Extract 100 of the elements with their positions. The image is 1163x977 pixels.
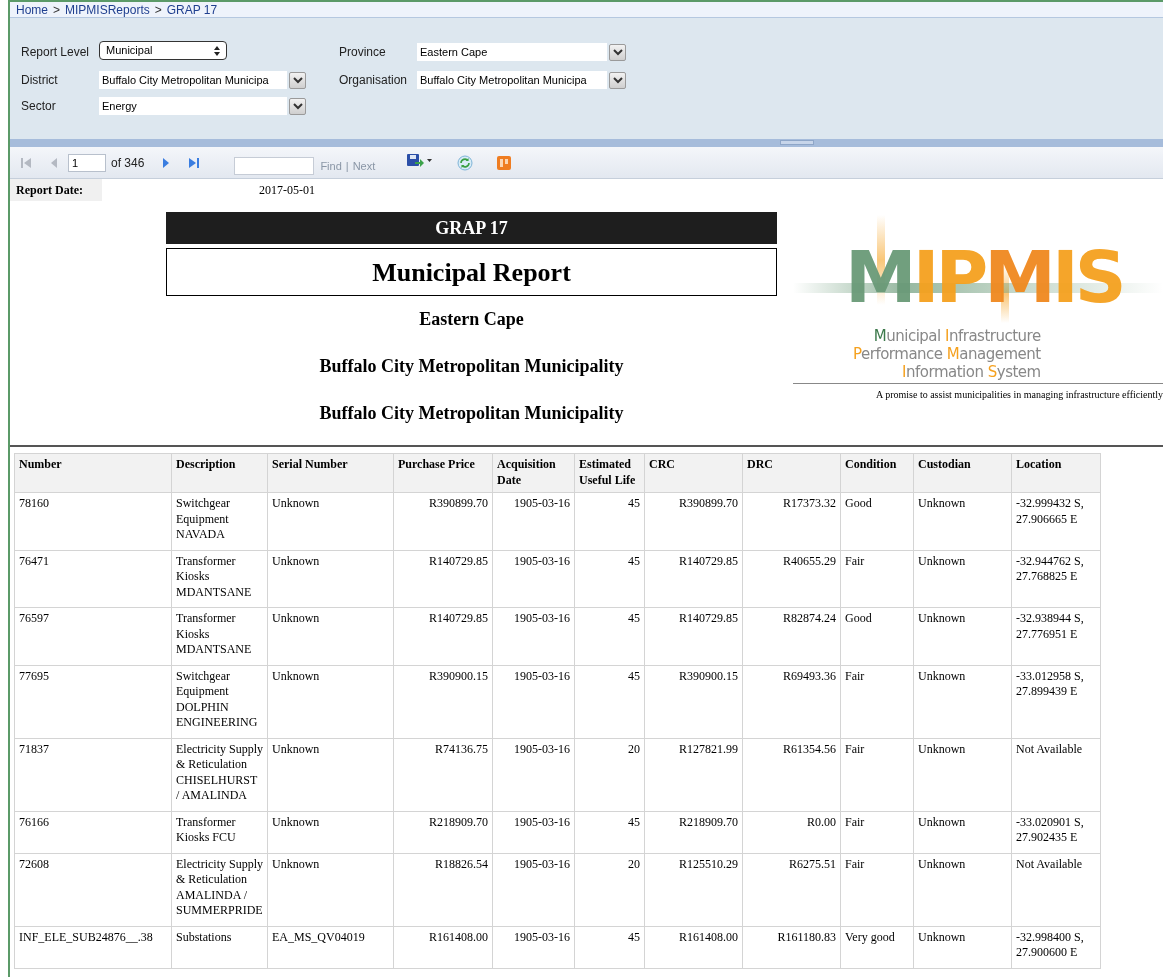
table-cell: R161408.00 (393, 926, 493, 968)
report-level-select[interactable]: Municipal (99, 41, 227, 60)
column-header: Serial Number (267, 453, 394, 493)
collapse-handle[interactable] (780, 140, 814, 145)
table-cell: Unknown (913, 926, 1012, 968)
table-cell: Unknown (267, 607, 394, 665)
table-cell: 1905-03-16 (492, 738, 575, 811)
field-label: District (21, 72, 59, 89)
dropdown-field[interactable]: Buffalo City Metropolitan Municipa (417, 71, 607, 89)
table-cell: 1905-03-16 (492, 853, 575, 926)
table-cell: Unknown (267, 492, 394, 550)
table-cell: 45 (574, 926, 645, 968)
table-cell: R161408.00 (644, 926, 743, 968)
table-cell: Good (840, 492, 914, 550)
table-cell: Unknown (267, 811, 394, 853)
table-cell: Unknown (913, 665, 1012, 738)
table-cell: Fair (840, 853, 914, 926)
table-cell: Fair (840, 738, 914, 811)
dropdown-button[interactable] (289, 71, 306, 89)
dropdown-button[interactable] (289, 97, 306, 115)
table-cell: R218909.70 (644, 811, 743, 853)
dropdown-field[interactable]: Energy (99, 97, 287, 115)
next-page-icon[interactable] (162, 156, 171, 169)
page-number-field[interactable]: 1 (68, 153, 106, 172)
table-cell: R69493.36 (742, 665, 841, 738)
table-cell: EA_MS_QV04019 (267, 926, 394, 968)
table-cell: R140729.85 (393, 550, 493, 608)
chevron-down-icon (292, 76, 303, 84)
table-cell: Substations (171, 926, 268, 968)
table-cell: 1905-03-16 (492, 811, 575, 853)
column-header: DRC (742, 453, 841, 493)
table-cell: R390899.70 (644, 492, 743, 550)
column-header: Location (1011, 453, 1101, 493)
report-date: 2017-05-01 (259, 182, 315, 199)
table-cell: 20 (574, 738, 645, 811)
table-cell: Unknown (913, 492, 1012, 550)
breadcrumb-link[interactable]: MIPMISReports (65, 2, 150, 19)
table-cell: -32.944762 S, 27.768825 E (1011, 550, 1101, 608)
report-subtitle: Eastern Cape (419, 308, 524, 331)
table-cell: 76166 (14, 811, 172, 853)
table-cell: 1905-03-16 (492, 926, 575, 968)
table-cell: Unknown (267, 738, 394, 811)
table-cell: 45 (574, 492, 645, 550)
table-cell: 77695 (14, 665, 172, 738)
mipmis-logo: MIPMIS Municipal Infrastructure Performance Management Information System (793, 215, 1163, 381)
table-cell: Fair (840, 550, 914, 608)
table-cell: 45 (574, 665, 645, 738)
table-cell: 76597 (14, 607, 172, 665)
table-cell: -32.938944 S, 27.776951 E (1011, 607, 1101, 665)
table-cell: INF_ELE_SUB24876__.38 (14, 926, 172, 968)
dropdown-button[interactable] (609, 71, 626, 89)
table-cell: 76471 (14, 550, 172, 608)
table-cell: -33.020901 S, 27.902435 E (1011, 811, 1101, 853)
table-cell: R390900.15 (393, 665, 493, 738)
table-cell: 71837 (14, 738, 172, 811)
breadcrumb-link[interactable]: GRAP 17 (166, 2, 218, 19)
refresh-icon[interactable] (457, 154, 474, 171)
table-cell: R140729.85 (644, 607, 743, 665)
table-cell: R140729.85 (393, 607, 493, 665)
table-cell: 1905-03-16 (492, 492, 575, 550)
field-label: Sector (21, 98, 57, 115)
dropdown-button[interactable] (609, 43, 626, 61)
document-map-icon[interactable] (497, 155, 512, 170)
updown-arrows-icon (214, 45, 220, 56)
report-subtitle: Buffalo City Metropolitan Municipality (319, 402, 624, 425)
table-cell: Unknown (913, 550, 1012, 608)
table-cell: R390900.15 (644, 665, 743, 738)
table-cell: R6275.51 (742, 853, 841, 926)
field-label: Province (339, 44, 387, 61)
report-subtitle: Buffalo City Metropolitan Municipality (319, 355, 624, 378)
table-cell: 1905-03-16 (492, 665, 575, 738)
table-cell: R40655.29 (742, 550, 841, 608)
table-cell: 45 (574, 811, 645, 853)
dropdown-field[interactable]: Eastern Cape (417, 43, 607, 61)
table-cell: Electricity Supply & Reticulation CHISELHURST / AMALINDA (171, 738, 268, 811)
table-cell: 45 (574, 607, 645, 665)
table-cell: R74136.75 (393, 738, 493, 811)
last-page-icon[interactable] (188, 156, 201, 169)
table-cell: Unknown (913, 811, 1012, 853)
column-header: Purchase Price (393, 453, 493, 493)
find-field[interactable] (234, 156, 315, 175)
table-cell: 1905-03-16 (492, 607, 575, 665)
column-header: CRC (644, 453, 743, 493)
breadcrumb-link[interactable]: Home (16, 2, 48, 19)
table-cell: R18826.54 (393, 853, 493, 926)
save-export-icon[interactable] (407, 153, 434, 168)
report-date-label: Report Date: (10, 179, 102, 201)
table-cell: -32.999432 S, 27.906665 E (1011, 492, 1101, 550)
table-cell: Not Available (1011, 738, 1101, 811)
table-cell: R390899.70 (393, 492, 493, 550)
chevron-down-icon (612, 76, 623, 84)
table-cell: Unknown (267, 853, 394, 926)
table-cell: Fair (840, 665, 914, 738)
table-cell: Very good (840, 926, 914, 968)
table-cell: 20 (574, 853, 645, 926)
table-cell: 78160 (14, 492, 172, 550)
table-cell: -33.012958 S, 27.899439 E (1011, 665, 1101, 738)
report-title: Municipal Report (166, 248, 777, 296)
table-cell: Good (840, 607, 914, 665)
dropdown-field[interactable]: Buffalo City Metropolitan Municipa (99, 71, 287, 89)
